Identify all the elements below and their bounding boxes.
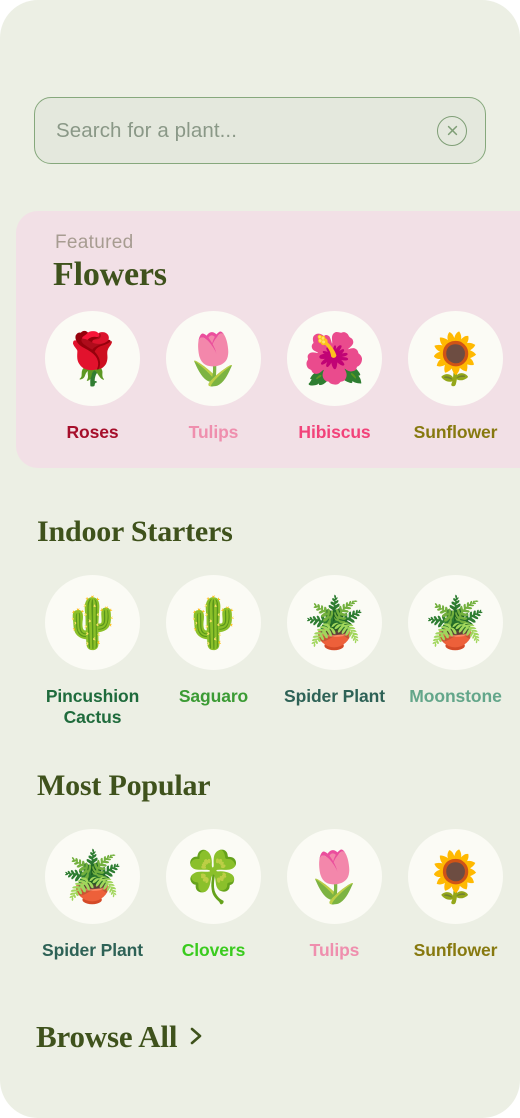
plant-item[interactable]: 🌵 Pincushion Cactus bbox=[32, 575, 153, 729]
plant-item[interactable]: 🌷 Tulips bbox=[274, 829, 395, 961]
browse-all-link[interactable]: Browse All bbox=[36, 1019, 204, 1055]
plant-item-label: Roses bbox=[66, 422, 119, 442]
hibiscus-emoji: 🌺 bbox=[287, 311, 382, 406]
section-title-popular: Most Popular bbox=[37, 769, 211, 802]
close-circle-icon[interactable] bbox=[437, 115, 467, 146]
section-title-indoor: Indoor Starters bbox=[37, 515, 233, 548]
featured-card: Featured Flowers 🌹 Roses 🌷 Tulips 🌺 Hibiscus 🌻… bbox=[16, 211, 520, 468]
search-bar bbox=[34, 97, 486, 164]
plant-item-label: Sunflower bbox=[413, 940, 498, 960]
potted-cactus-emoji: 🌵 bbox=[45, 575, 140, 670]
plant-item[interactable]: 🌹 Roses bbox=[32, 311, 153, 443]
featured-kicker: Featured bbox=[55, 232, 134, 253]
plant-item[interactable]: 🌻 Sunflower bbox=[395, 829, 516, 961]
plant-item[interactable]: 🌱 bbox=[516, 829, 520, 940]
succulent-emoji: 🪴 bbox=[408, 575, 503, 670]
cactus-emoji: 🌵 bbox=[166, 575, 261, 670]
plant-item-label: Tulips bbox=[188, 422, 239, 442]
indoor-plant-row[interactable]: 🌵 Pincushion Cactus 🌵 Saguaro 🪴 Spider Plant 🪴… bbox=[32, 575, 516, 729]
featured-title: Flowers bbox=[53, 256, 167, 293]
tulip-emoji: 🌷 bbox=[166, 311, 261, 406]
search-input[interactable] bbox=[35, 118, 437, 143]
plant-item-label: Sunflower bbox=[413, 422, 498, 442]
tulip-emoji: 🌷 bbox=[287, 829, 382, 924]
plant-item-label: Spider Plant bbox=[284, 686, 385, 706]
plant-item-label: Pincushion Cactus bbox=[45, 686, 140, 728]
plant-item-label: Saguaro bbox=[178, 686, 249, 706]
plant-item-label: Moonstone bbox=[409, 686, 502, 706]
plant-browser-screen: Featured Flowers 🌹 Roses 🌷 Tulips 🌺 Hibiscus 🌻… bbox=[0, 0, 520, 1118]
featured-plant-row[interactable]: 🌹 Roses 🌷 Tulips 🌺 Hibiscus 🌻 Sunflower bbox=[32, 311, 516, 443]
potted-plant-emoji: 🪴 bbox=[45, 829, 140, 924]
plant-item[interactable]: 🌻 Sunflower bbox=[395, 311, 516, 443]
plant-item[interactable]: 🌷 Tulips bbox=[153, 311, 274, 443]
search-box[interactable] bbox=[34, 97, 486, 164]
plant-item-label: Hibiscus bbox=[298, 422, 371, 442]
plant-item[interactable]: 🪴 Moonstone bbox=[395, 575, 516, 707]
plant-item-label: Clovers bbox=[181, 940, 246, 960]
plant-item-label: Tulips bbox=[309, 940, 360, 960]
plant-item[interactable]: 🪴 Spider Plant bbox=[274, 575, 395, 707]
four-leaf-clover-emoji: 🍀 bbox=[166, 829, 261, 924]
chevron-right-icon bbox=[189, 1025, 204, 1052]
popular-plant-row[interactable]: 🪴 Spider Plant 🍀 Clovers 🌷 Tulips 🌻 Sunflower 🌱 bbox=[32, 829, 520, 961]
sunflower-emoji: 🌻 bbox=[408, 311, 503, 406]
plant-item-label: Spider Plant bbox=[42, 940, 143, 960]
plant-item[interactable]: 🌵 Saguaro bbox=[153, 575, 274, 707]
potted-plant-emoji: 🪴 bbox=[287, 575, 382, 670]
browse-all-label: Browse All bbox=[36, 1019, 178, 1054]
rose-emoji: 🌹 bbox=[45, 311, 140, 406]
plant-item[interactable]: 🪴 Spider Plant bbox=[32, 829, 153, 961]
plant-item[interactable]: 🌺 Hibiscus bbox=[274, 311, 395, 443]
plant-item[interactable]: 🍀 Clovers bbox=[153, 829, 274, 961]
sunflower-emoji: 🌻 bbox=[408, 829, 503, 924]
